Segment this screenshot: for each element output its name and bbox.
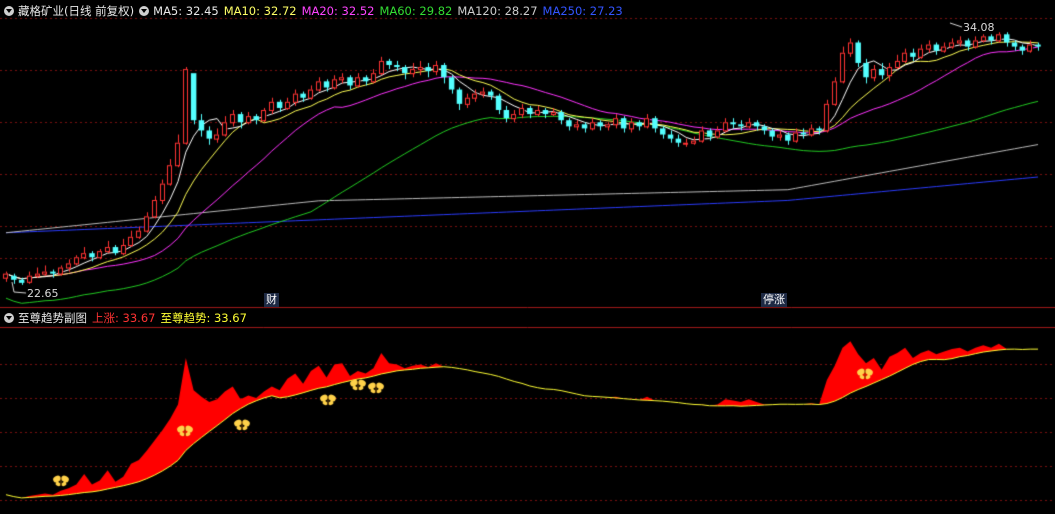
collapse-caret-icon[interactable]: [4, 6, 14, 16]
event-marker-tingzhang[interactable]: 停涨: [761, 293, 787, 307]
high-price-label: 34.08: [963, 21, 995, 34]
ma60-label: MA60: 29.82: [379, 4, 453, 18]
sub-collapse-caret-icon[interactable]: [4, 313, 14, 323]
sub-chart-title[interactable]: 至尊趋势副图: [18, 311, 87, 325]
ma120-label: MA120: 28.27: [457, 4, 538, 18]
rise-label: 上涨: 33.67: [92, 311, 156, 325]
candlestick-chart[interactable]: [0, 0, 1055, 514]
trend-label: 至尊趋势: 33.67: [160, 311, 247, 325]
ma5-label: MA5: 32.45: [153, 4, 219, 18]
main-chart-header: 藏格矿业(日线 前复权) MA5: 32.45 MA10: 32.72 MA20: 3…: [4, 3, 628, 19]
ma250-label: MA250: 27.23: [542, 4, 623, 18]
event-marker-cai[interactable]: 财: [264, 293, 279, 307]
ma-dropdown-icon[interactable]: [139, 6, 150, 16]
sub-chart-header: 至尊趋势副图 上涨: 33.67 至尊趋势: 33.67: [4, 310, 252, 326]
low-price-label: 22.65: [27, 287, 59, 300]
stock-title[interactable]: 藏格矿业(日线 前复权): [18, 4, 134, 18]
ma20-label: MA20: 32.52: [301, 4, 375, 18]
ma10-label: MA10: 32.72: [223, 4, 297, 18]
